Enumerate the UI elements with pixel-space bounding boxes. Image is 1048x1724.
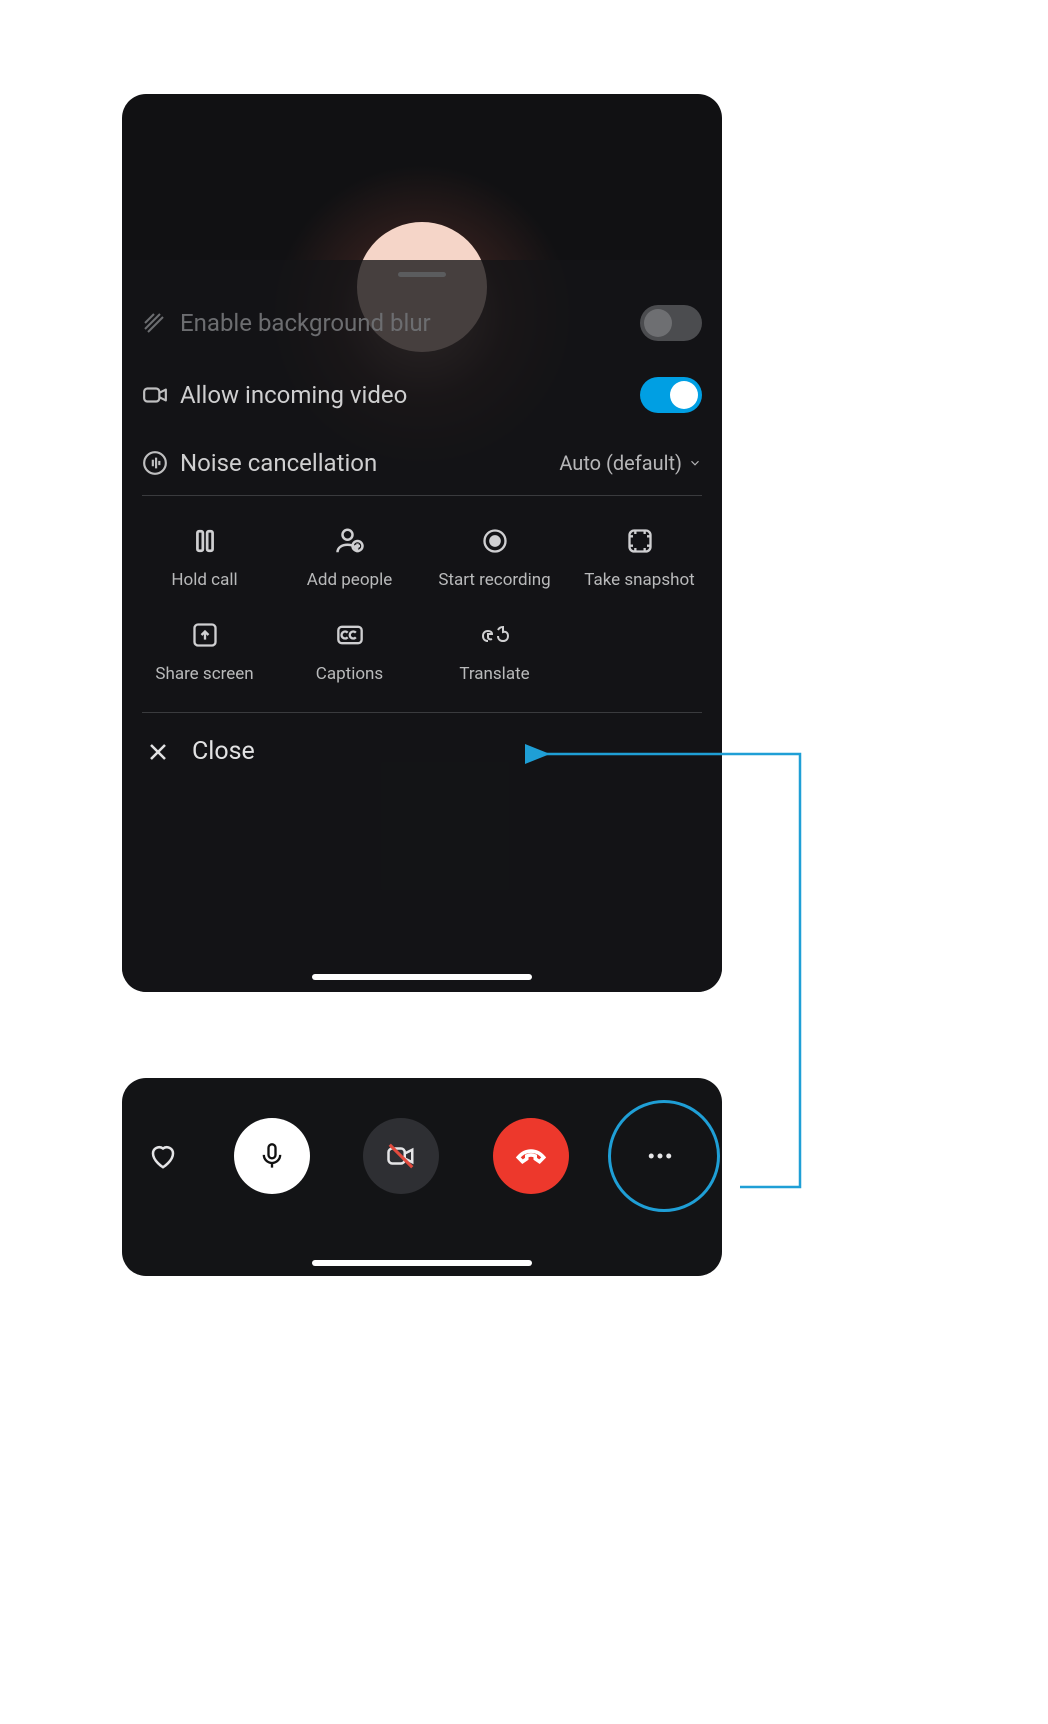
action-sheet: Enable background blur Allow incoming vi… (122, 260, 722, 992)
select-value: Auto (default) (559, 451, 682, 475)
action-add-people[interactable]: Add people (277, 526, 422, 590)
setting-background-blur[interactable]: Enable background blur (122, 287, 722, 359)
home-indicator (312, 1260, 532, 1266)
noise-cancellation-select[interactable]: Auto (default) (559, 451, 702, 475)
hangup-button[interactable] (493, 1118, 569, 1194)
setting-label: Allow incoming video (180, 381, 640, 409)
action-label: Hold call (171, 570, 237, 590)
setting-incoming-video[interactable]: Allow incoming video (122, 359, 722, 431)
camera-off-button[interactable] (363, 1118, 439, 1194)
call-bar-screenshot (122, 1078, 722, 1276)
home-indicator (312, 974, 532, 980)
blur-icon (142, 311, 180, 335)
action-label: Captions (316, 664, 383, 684)
action-share-screen[interactable]: Share screen (132, 620, 277, 684)
more-button[interactable] (622, 1118, 698, 1194)
setting-label: Noise cancellation (180, 449, 559, 477)
camera-icon (142, 382, 180, 408)
react-button[interactable] (146, 1139, 180, 1173)
more-icon (645, 1141, 675, 1171)
sheet-drag-handle[interactable] (398, 272, 446, 277)
hangup-icon (514, 1139, 548, 1173)
heart-icon (148, 1141, 178, 1171)
settings-sheet-screenshot: Enable background blur Allow incoming vi… (122, 94, 722, 992)
action-label: Translate (459, 664, 529, 684)
camera-off-icon (386, 1141, 416, 1171)
pause-icon (192, 526, 218, 556)
microphone-icon (258, 1142, 286, 1170)
action-label: Take snapshot (584, 570, 694, 590)
snapshot-icon (626, 526, 654, 556)
action-hold-call[interactable]: Hold call (132, 526, 277, 590)
action-label: Add people (307, 570, 392, 590)
action-captions[interactable]: Captions (277, 620, 422, 684)
record-icon (481, 526, 509, 556)
action-take-snapshot[interactable]: Take snapshot (567, 526, 712, 590)
action-translate[interactable]: Translate (422, 620, 567, 684)
close-button[interactable]: Close (122, 713, 722, 774)
chevron-down-icon (688, 456, 702, 470)
add-person-icon (335, 526, 365, 556)
action-grid: Hold call Add people Start recording Tak… (122, 496, 722, 712)
action-start-recording[interactable]: Start recording (422, 526, 567, 590)
action-label: Start recording (438, 570, 550, 590)
toggle-blur[interactable] (640, 305, 702, 341)
sound-wave-icon (142, 450, 180, 476)
setting-label: Enable background blur (180, 309, 640, 337)
share-screen-icon (191, 620, 219, 650)
setting-noise-cancellation[interactable]: Noise cancellation Auto (default) (122, 431, 722, 495)
action-label: Share screen (155, 664, 253, 684)
translate-icon (478, 620, 512, 650)
call-controls (122, 1118, 722, 1194)
captions-icon (335, 620, 365, 650)
mic-button[interactable] (234, 1118, 310, 1194)
close-label: Close (192, 737, 255, 766)
toggle-video[interactable] (640, 377, 702, 413)
close-icon (146, 740, 170, 764)
